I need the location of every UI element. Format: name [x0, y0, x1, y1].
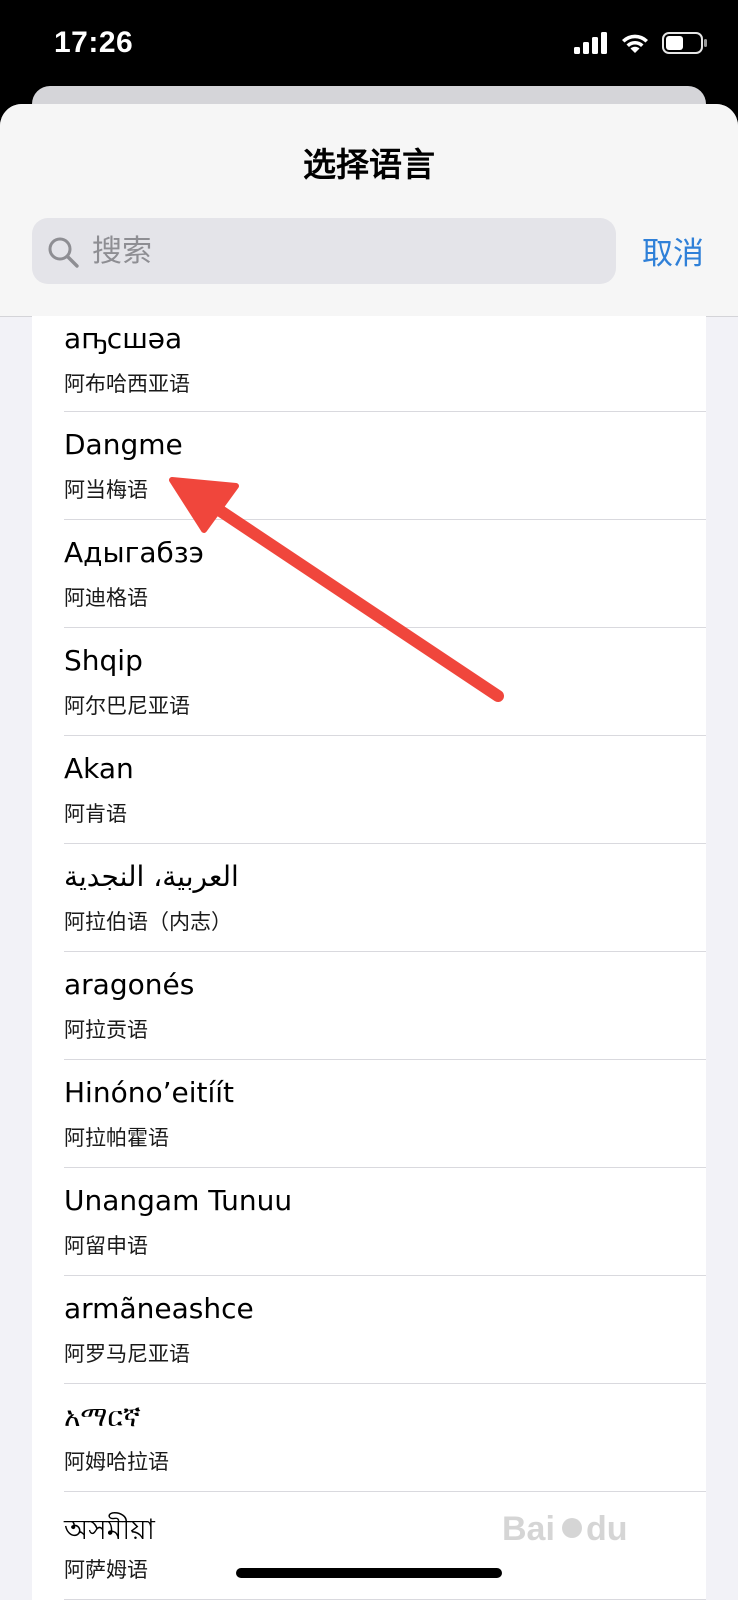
language-list-item[interactable]: аҧсшәа 阿布哈西亚语 [32, 316, 706, 412]
language-chinese-name: 阿留申语 [64, 1234, 148, 1258]
sheet-header: 选择语言 取消 [0, 104, 738, 317]
language-chinese-name: 阿萨姆语 [64, 1558, 148, 1582]
language-list-item[interactable]: አማርኛ 阿姆哈拉语 [32, 1384, 706, 1492]
language-list-item[interactable]: Akan 阿肯语 [32, 736, 706, 844]
language-native-name: Akan [64, 752, 134, 785]
language-native-name: aragonés [64, 968, 195, 1001]
language-chinese-name: 阿姆哈拉语 [64, 1450, 169, 1474]
search-icon [48, 237, 79, 268]
language-list-item[interactable]: Адыгабзэ 阿迪格语 [32, 520, 706, 628]
language-chinese-name: 阿尔巴尼亚语 [64, 694, 190, 718]
language-list: аҧсшәа 阿布哈西亚语 Dangme 阿当梅语 Адыгабзэ 阿迪格语 Shqip 阿… [32, 316, 706, 1600]
sheet-title: 选择语言 [303, 145, 435, 184]
home-indicator [236, 1568, 502, 1578]
language-native-name: አማርኛ [64, 1400, 141, 1433]
language-chinese-name: 阿拉帕霍语 [64, 1126, 169, 1150]
search-input[interactable] [88, 218, 606, 284]
cancel-button[interactable]: 取消 [642, 228, 704, 273]
language-native-name: Dangme [64, 428, 183, 461]
language-chinese-name: 阿肯语 [64, 802, 127, 826]
language-chinese-name: 阿拉伯语（内志） [64, 910, 232, 934]
language-chinese-name: 阿罗马尼亚语 [64, 1342, 190, 1366]
language-list-item[interactable]: Shqip 阿尔巴尼亚语 [32, 628, 706, 736]
language-native-name: armãneashce [64, 1292, 254, 1325]
language-native-name: العربية، النجدية [64, 860, 239, 893]
language-native-name: аҧсшәа [64, 322, 183, 355]
battery-icon [662, 32, 707, 54]
wifi-icon [622, 34, 648, 53]
language-list-item[interactable]: aragonés 阿拉贡语 [32, 952, 706, 1060]
status-time: 17:26 [54, 26, 134, 59]
language-chinese-name: 阿布哈西亚语 [64, 372, 190, 396]
language-list-item[interactable]: العربية، النجدية 阿拉伯语（内志） [32, 844, 706, 952]
baidu-watermark-logo: Bai du [502, 1510, 628, 1548]
language-chinese-name: 阿拉贡语 [64, 1018, 148, 1042]
screen: 17:26 选择语言 搜索 取消 аҧсшәа 阿布哈西亚语 Dangme 阿当… [0, 0, 738, 1600]
language-chinese-name: 阿迪格语 [64, 586, 148, 610]
language-picker-sheet: 选择语言 取消 аҧсшәа 阿布哈西亚语 Dangme 阿当梅语 Адыгабзэ 阿迪… [0, 104, 738, 1600]
status-icons [574, 32, 708, 54]
language-native-name: Shqip [64, 644, 143, 677]
svg-text:du: du [586, 1510, 628, 1548]
language-chinese-name: 阿当梅语 [64, 478, 148, 502]
language-native-name: Unangam Tunuu [64, 1184, 293, 1217]
language-list-item[interactable]: armãneashce 阿罗马尼亚语 [32, 1276, 706, 1384]
language-native-name: Адыгабзэ [64, 536, 205, 569]
language-list-item[interactable]: Unangam Tunuu 阿留申语 [32, 1168, 706, 1276]
svg-text:Bai: Bai [502, 1510, 555, 1548]
language-native-name: অসমীয়া [64, 1513, 155, 1546]
language-native-name: Hinóno’eitíít [64, 1076, 235, 1109]
language-list-item[interactable]: Dangme 阿当梅语 [32, 412, 706, 520]
language-list-item[interactable]: Hinóno’eitíít 阿拉帕霍语 [32, 1060, 706, 1168]
cellular-signal-icon [574, 32, 607, 54]
search-box[interactable] [32, 218, 616, 284]
status-bar: 17:26 [0, 0, 738, 90]
